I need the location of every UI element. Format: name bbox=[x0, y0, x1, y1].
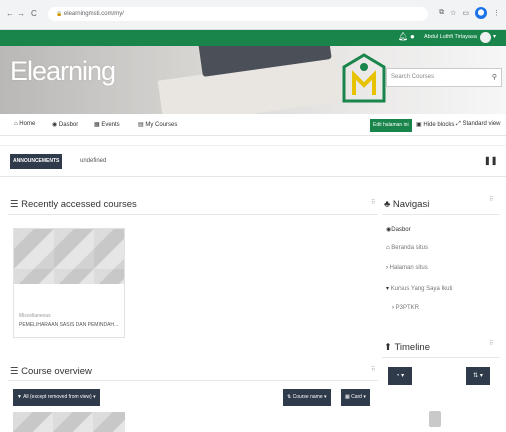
user-name[interactable]: Abdul Luthfi Tirtayasa bbox=[424, 34, 477, 40]
extension-icon[interactable]: ⧉ bbox=[439, 9, 444, 17]
site-header: Elearning Search Courses ⚲ bbox=[0, 46, 506, 114]
top-bar: 🔔︎ ● Abdul Luthfi Tirtayasa ▾ bbox=[0, 30, 506, 46]
nav-dasbor-label: Dasbor bbox=[58, 122, 79, 128]
navigasi-halaman-label: Halaman situs bbox=[389, 265, 428, 271]
forward-icon[interactable]: → bbox=[17, 9, 25, 18]
navigasi-p3ptkr[interactable]: › P3PTKR bbox=[392, 305, 419, 311]
sort-icon: ⇅ bbox=[473, 373, 479, 379]
course-name[interactable]: PEMELIHARAAN SASIS DAN PEMINDAH... bbox=[19, 322, 118, 328]
hide-blocks-label: Hide blocks bbox=[423, 122, 455, 128]
reload-icon[interactable]: C bbox=[31, 9, 37, 18]
list-icon: ☰ bbox=[10, 199, 22, 210]
dashboard-icon: ◉ bbox=[52, 122, 59, 128]
filter-dropdown[interactable]: ▼ All (except removed from view) ▾ bbox=[13, 389, 100, 406]
course-overview-label: Course overview bbox=[21, 366, 92, 377]
search-icon[interactable]: ⚲ bbox=[492, 69, 497, 86]
navigasi-p3ptkr-label: P3PTKR bbox=[395, 305, 420, 311]
menu-icon[interactable]: ⋮ bbox=[493, 9, 500, 17]
url-text: elearningmsti.com/my/ bbox=[63, 11, 124, 17]
divider bbox=[382, 357, 500, 358]
announcement-bar: ANNOUNCEMENTS undefined ❚❚ bbox=[0, 145, 506, 177]
avatar[interactable] bbox=[480, 32, 491, 43]
nav-home[interactable]: ⌂ Home bbox=[14, 121, 35, 127]
recent-courses-label: Recently accessed courses bbox=[21, 199, 137, 210]
navigasi-beranda-label: Beranda situs bbox=[391, 245, 428, 251]
course-card[interactable]: Miscellaneous PEMELIHARAAN SASIS DAN PEM… bbox=[13, 228, 125, 338]
announcements-badge[interactable]: ANNOUNCEMENTS bbox=[10, 154, 63, 169]
timeline-filter-button[interactable]: ◔ ▾ bbox=[388, 367, 412, 385]
timeline-empty-icon bbox=[429, 411, 441, 427]
announcement-text: undefined bbox=[80, 158, 107, 164]
timeline-title: ⬆ Timeline bbox=[384, 342, 430, 353]
block-menu-icon[interactable]: ⠿ bbox=[371, 366, 375, 373]
lock-icon: 🔒 bbox=[56, 11, 63, 17]
chevron-down-icon[interactable]: ▾ bbox=[493, 33, 496, 40]
pause-icon[interactable]: ❚❚ bbox=[484, 156, 497, 165]
standard-view-button[interactable]: ⤢ Standard view bbox=[456, 121, 501, 128]
nav-bar: ⌂ Home ◉ Dasbor ▦ Events ▤ My Courses Ed… bbox=[0, 114, 506, 136]
bell-icon[interactable]: 🔔︎ bbox=[398, 32, 408, 41]
nav-my-courses-label: My Courses bbox=[145, 122, 178, 128]
timeline-sort-button[interactable]: ⇅ ▾ bbox=[466, 367, 490, 385]
divider bbox=[8, 214, 378, 215]
star-icon[interactable]: ☆ bbox=[450, 9, 456, 17]
nav-events[interactable]: ▦ Events bbox=[94, 121, 120, 128]
extension2-icon[interactable]: ▭ bbox=[462, 9, 469, 17]
back-icon[interactable]: ← bbox=[6, 9, 14, 18]
chat-icon[interactable]: ● bbox=[410, 32, 415, 41]
navigasi-title: ♣ Navigasi bbox=[384, 199, 429, 210]
sort-label: Course name bbox=[292, 394, 323, 400]
course-image bbox=[14, 229, 124, 284]
navigasi-kursus[interactable]: ▾ Kursus Yang Saya Ikuti bbox=[386, 285, 453, 292]
navigasi-beranda[interactable]: ⌂ Beranda situs bbox=[386, 245, 428, 251]
navigasi-halaman[interactable]: › Halaman situs bbox=[386, 265, 428, 271]
recent-courses-title: ☰ Recently accessed courses bbox=[10, 199, 137, 210]
browser-toolbar: ⧉ ☆ ▭ ⬤ ⋮ bbox=[439, 7, 500, 19]
navigasi-dasbor-label: Dasbor bbox=[391, 227, 411, 233]
navigasi-label: Navigasi bbox=[392, 199, 430, 210]
nav-events-label: Events bbox=[101, 122, 120, 128]
sitemap-icon: ♣ bbox=[384, 199, 393, 210]
logo-icon bbox=[342, 53, 386, 103]
site-brand[interactable]: Elearning bbox=[10, 56, 116, 87]
block-menu-icon[interactable]: ⠿ bbox=[489, 340, 493, 347]
course-overview-title: ☰ Course overview bbox=[10, 366, 92, 377]
hide-blocks-button[interactable]: ▣ Hide blocks bbox=[416, 121, 454, 128]
view-dropdown[interactable]: ▦ Card ▾ bbox=[341, 389, 370, 406]
clock-icon: ◔ bbox=[395, 373, 400, 379]
search-input[interactable]: Search Courses ⚲ bbox=[386, 68, 502, 87]
sort-dropdown[interactable]: ⇅ Course name ▾ bbox=[283, 389, 331, 406]
url-bar[interactable]: 🔒 elearningmsti.com/my/ bbox=[48, 7, 428, 21]
standard-view-label: Standard view bbox=[462, 121, 501, 127]
course-image bbox=[13, 412, 125, 432]
nav-home-label: Home bbox=[19, 121, 36, 127]
edit-page-button[interactable]: Edit halaman ini bbox=[370, 119, 412, 132]
profile-icon[interactable]: ⬤ bbox=[475, 7, 487, 19]
browser-chrome: ← → C 🔒 elearningmsti.com/my/ ⧉ ☆ ▭ ⬤ ⋮ bbox=[0, 0, 506, 30]
timeline-icon: ⬆ bbox=[384, 342, 395, 353]
block-menu-icon[interactable]: ⠿ bbox=[371, 199, 375, 206]
nav-my-courses[interactable]: ▤ My Courses bbox=[138, 121, 177, 128]
filter-label: All (except removed from view) bbox=[23, 394, 92, 400]
navigasi-dasbor[interactable]: ◉Dasbor bbox=[386, 226, 411, 233]
block-menu-icon[interactable]: ⠿ bbox=[489, 196, 493, 203]
divider bbox=[382, 214, 500, 215]
nav-dasbor[interactable]: ◉ Dasbor bbox=[52, 121, 78, 128]
divider bbox=[8, 380, 378, 381]
timeline-label: Timeline bbox=[394, 342, 430, 353]
view-label: Card bbox=[351, 394, 362, 400]
course-category: Miscellaneous bbox=[19, 313, 51, 319]
search-placeholder: Search Courses bbox=[391, 74, 435, 80]
list-icon: ☰ bbox=[10, 366, 22, 377]
navigasi-kursus-label: Kursus Yang Saya Ikuti bbox=[390, 286, 453, 292]
